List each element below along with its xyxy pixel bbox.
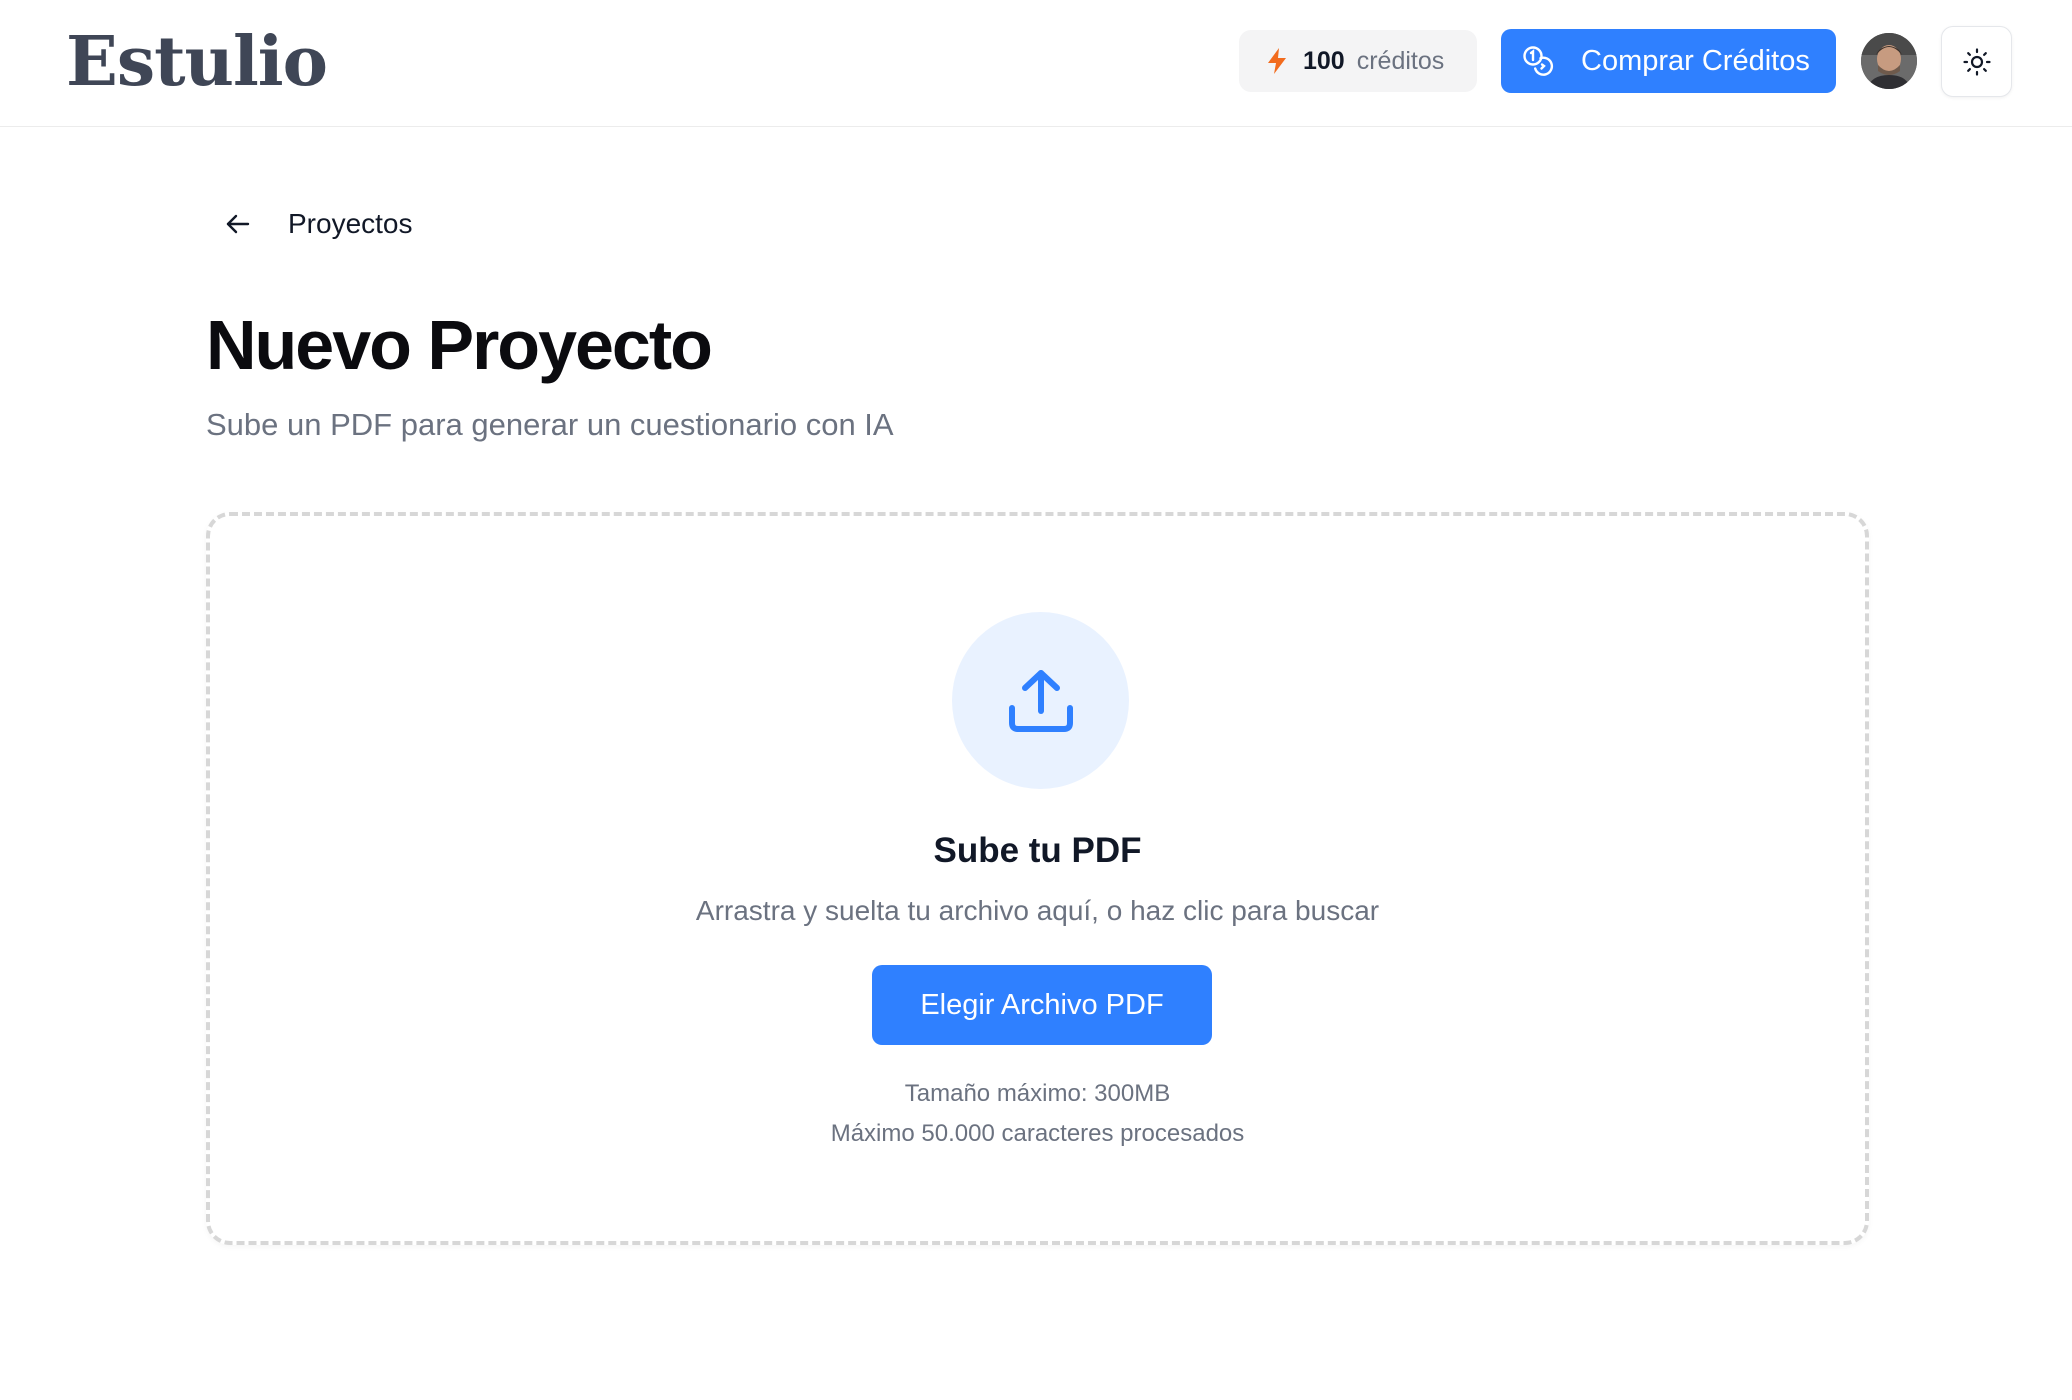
upload-title: Sube tu PDF xyxy=(933,831,1142,870)
max-chars-note: Máximo 50.000 caracteres procesados xyxy=(830,1120,1245,1147)
credits-balance: 100 créditos xyxy=(1239,30,1477,92)
upload-icon xyxy=(1008,669,1073,732)
theme-toggle-button[interactable] xyxy=(1941,26,2012,97)
credits-unit-label: créditos xyxy=(1356,46,1445,75)
pdf-dropzone[interactable]: Sube tu PDF Arrastra y suelta tu archivo… xyxy=(206,512,1869,1245)
app-logo[interactable]: Estulio xyxy=(66,18,328,106)
credits-count: 100 xyxy=(1303,46,1345,75)
buy-credits-button[interactable]: Comprar Créditos xyxy=(1501,29,1836,93)
max-size-note: Tamaño máximo: 300MB xyxy=(904,1080,1171,1107)
back-to-projects-link[interactable]: Proyectos xyxy=(224,200,413,248)
avatar-image xyxy=(1861,33,1917,89)
page-subtitle: Sube un PDF para generar un cuestionario… xyxy=(206,407,894,442)
upload-hint: Arrastra y suelta tu archivo aquí, o haz… xyxy=(695,895,1380,926)
buy-credits-label: Comprar Créditos xyxy=(1581,44,1810,77)
sun-icon xyxy=(1962,47,1991,76)
user-avatar[interactable] xyxy=(1861,33,1917,89)
bolt-icon xyxy=(1268,48,1286,74)
arrow-left-icon xyxy=(226,214,250,234)
top-navigation-bar: Estulio 100 créditos Comprar Créditos xyxy=(0,0,2072,127)
page-title: Nuevo Proyecto xyxy=(206,306,713,384)
upload-icon-badge xyxy=(952,612,1129,789)
coins-icon xyxy=(1523,46,1554,76)
back-link-label: Proyectos xyxy=(288,208,413,239)
choose-pdf-button[interactable]: Elegir Archivo PDF xyxy=(872,965,1212,1045)
